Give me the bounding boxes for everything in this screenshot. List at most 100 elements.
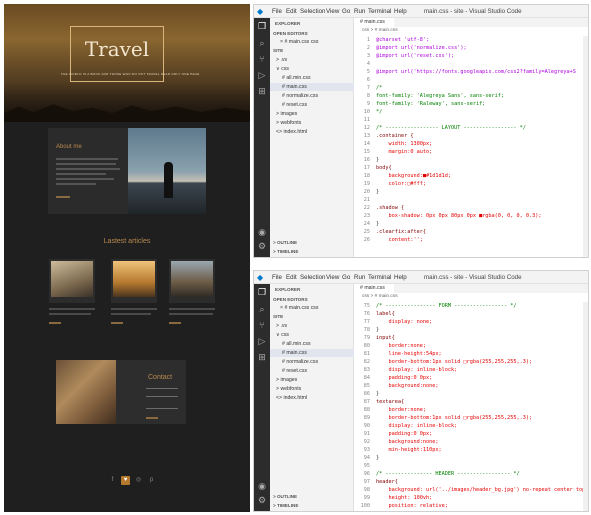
- menu-item-edit[interactable]: Edit: [286, 8, 297, 15]
- code-line[interactable]: 86}: [354, 390, 588, 398]
- article-more-link[interactable]: [169, 322, 181, 324]
- code-line[interactable]: 96 /* --------------- HEADER ------------…: [354, 470, 588, 478]
- code-line[interactable]: 17 body{: [354, 164, 588, 172]
- code-line[interactable]: 91 padding:0 0px;: [354, 430, 588, 438]
- menu-item-view[interactable]: View: [326, 8, 339, 15]
- file-tree-item[interactable]: > .vs: [270, 56, 354, 64]
- run-icon[interactable]: ▷: [257, 336, 267, 346]
- file-tree-item[interactable]: # all.min.css: [270, 340, 354, 348]
- twitter-icon[interactable]: ♥: [121, 476, 130, 485]
- code-line[interactable]: 94}: [354, 454, 588, 462]
- code-line[interactable]: 12 /* ----------------- LAYOUT ----------…: [354, 124, 588, 132]
- file-tree-item[interactable]: # normalize.css: [270, 92, 354, 100]
- extensions-icon[interactable]: ⊞: [257, 352, 267, 362]
- menu-item-terminal[interactable]: Terminal: [368, 274, 391, 281]
- code-line[interactable]: 97 header{: [354, 478, 588, 486]
- file-tree-item[interactable]: > webfonts: [270, 385, 354, 393]
- code-line[interactable]: 14 width: 1300px;: [354, 140, 588, 148]
- menu-item-edit[interactable]: Edit: [286, 274, 297, 281]
- outline-section[interactable]: > OUTLINE: [270, 239, 354, 247]
- files-icon[interactable]: ❐: [257, 21, 267, 31]
- code-line[interactable]: 16}: [354, 156, 588, 164]
- code-line[interactable]: 3 @import url('reset.css');: [354, 52, 588, 60]
- account-icon[interactable]: ◉: [257, 227, 267, 237]
- code-line[interactable]: 24}: [354, 220, 588, 228]
- file-tree-item[interactable]: # reset.css: [270, 367, 354, 375]
- open-editors-header[interactable]: OPEN EDITORS: [270, 296, 354, 304]
- site-folder-header[interactable]: SITE: [270, 313, 354, 321]
- code-line[interactable]: 19 color:□#fff;: [354, 180, 588, 188]
- gear-icon[interactable]: ⚙: [257, 495, 267, 505]
- file-tree-item[interactable]: ∨ css: [270, 65, 354, 73]
- source-control-icon[interactable]: ⑂: [257, 54, 267, 64]
- outline-section[interactable]: > OUTLINE: [270, 493, 354, 501]
- gear-icon[interactable]: ⚙: [257, 241, 267, 251]
- code-line[interactable]: 23 box-shadow: 0px 0px 80px 0px ■rgba(0,…: [354, 212, 588, 220]
- code-editor[interactable]: # main.css css > # main.css 75 /* ---------…: [354, 284, 588, 511]
- code-line[interactable]: 79 input{: [354, 334, 588, 342]
- file-tree-item[interactable]: > webfonts: [270, 119, 354, 127]
- tab-main-css[interactable]: # main.css: [354, 284, 394, 293]
- code-line[interactable]: 13 .container {: [354, 132, 588, 140]
- menu-item-help[interactable]: Help: [394, 274, 407, 281]
- code-line[interactable]: 89 border-bottom:1px solid □rgba(255,255…: [354, 414, 588, 422]
- site-folder-header[interactable]: SITE: [270, 47, 354, 55]
- article-more-link[interactable]: [49, 322, 61, 324]
- code-line[interactable]: 15 margin:0 auto;: [354, 148, 588, 156]
- code-line[interactable]: 87 textarea{: [354, 398, 588, 406]
- instagram-icon[interactable]: ◎: [134, 476, 143, 485]
- menu-item-go[interactable]: Go: [342, 8, 350, 15]
- code-line[interactable]: 8 font-family: 'Alegreya Sans', sans-seri…: [354, 92, 588, 100]
- search-icon[interactable]: ⌕: [257, 304, 267, 314]
- files-icon[interactable]: ❐: [257, 287, 267, 297]
- code-line[interactable]: 92 background:none;: [354, 438, 588, 446]
- code-line[interactable]: 98 background: url('../images/header_bg.…: [354, 486, 588, 494]
- code-line[interactable]: 75 /* ---------------- FORM -------------…: [354, 302, 588, 310]
- code-line[interactable]: 83 display: inline-block;: [354, 366, 588, 374]
- file-tree-item[interactable]: ∨ css: [270, 331, 354, 339]
- menu-item-file[interactable]: File: [272, 274, 282, 281]
- file-tree-item[interactable]: > images: [270, 110, 354, 118]
- code-line[interactable]: 21: [354, 196, 588, 204]
- file-tree-item[interactable]: # main.css: [270, 349, 354, 357]
- code-line[interactable]: 95: [354, 462, 588, 470]
- contact-send-button[interactable]: [146, 417, 158, 419]
- code-line[interactable]: 93 min-height:110px;: [354, 446, 588, 454]
- code-line[interactable]: 9 font-family: 'Raleway', sans-serif;: [354, 100, 588, 108]
- code-line[interactable]: 99 height: 100vh;: [354, 494, 588, 502]
- code-line[interactable]: 18 background:■#1d1d1d;: [354, 172, 588, 180]
- open-editor-item[interactable]: × # main.css css: [270, 38, 354, 46]
- source-control-icon[interactable]: ⑂: [257, 320, 267, 330]
- menu-item-selection[interactable]: Selection: [300, 8, 325, 15]
- breadcrumb[interactable]: css > # main.css: [362, 294, 398, 299]
- code-line[interactable]: 85 background:none;: [354, 382, 588, 390]
- contact-message-field[interactable]: [146, 408, 178, 409]
- file-tree-item[interactable]: > images: [270, 376, 354, 384]
- code-line[interactable]: 2 @import url('normalize.css');: [354, 44, 588, 52]
- facebook-icon[interactable]: f: [108, 476, 117, 485]
- menu-item-terminal[interactable]: Terminal: [368, 8, 391, 15]
- code-line[interactable]: 25 .clearfix:after{: [354, 228, 588, 236]
- tab-main-css[interactable]: # main.css: [354, 18, 394, 27]
- code-line[interactable]: 6: [354, 76, 588, 84]
- file-tree-item[interactable]: > .vs: [270, 322, 354, 330]
- code-line[interactable]: 84 padding:0 0px;: [354, 374, 588, 382]
- code-line[interactable]: 5 @import url('https://fonts.googleapis.c…: [354, 68, 588, 76]
- code-line[interactable]: 77 display: none;: [354, 318, 588, 326]
- code-line[interactable]: 80 border:none;: [354, 342, 588, 350]
- menu-item-selection[interactable]: Selection: [300, 274, 325, 281]
- code-line[interactable]: 101: [354, 510, 588, 511]
- code-editor[interactable]: # main.css css > # main.css 1 @charset 'utf…: [354, 18, 588, 257]
- code-line[interactable]: 22 .shadow {: [354, 204, 588, 212]
- pinterest-icon[interactable]: p: [147, 476, 156, 485]
- file-tree-item[interactable]: <> index.html: [270, 128, 354, 136]
- menu-item-help[interactable]: Help: [394, 8, 407, 15]
- file-tree-item[interactable]: # all.min.css: [270, 74, 354, 82]
- code-line[interactable]: 78}: [354, 326, 588, 334]
- menu-item-view[interactable]: View: [326, 274, 339, 281]
- open-editors-header[interactable]: OPEN EDITORS: [270, 30, 354, 38]
- file-tree-item[interactable]: # reset.css: [270, 101, 354, 109]
- file-tree-item[interactable]: # normalize.css: [270, 358, 354, 366]
- run-icon[interactable]: ▷: [257, 70, 267, 80]
- account-icon[interactable]: ◉: [257, 481, 267, 491]
